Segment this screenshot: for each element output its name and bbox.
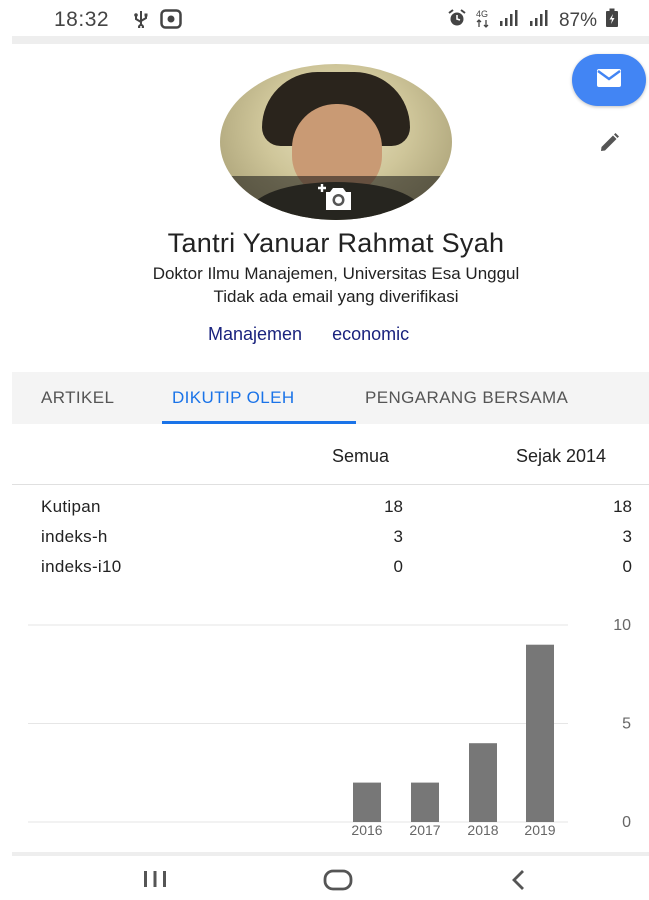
chart-bar-2017[interactable] bbox=[411, 782, 439, 822]
tab-artikel[interactable]: ARTIKEL bbox=[41, 388, 114, 408]
row-value-all: 18 bbox=[384, 497, 403, 516]
svg-text:4G: 4G bbox=[476, 9, 488, 19]
usb-icon bbox=[132, 10, 150, 33]
alarm-icon bbox=[447, 9, 467, 33]
profile-avatar[interactable] bbox=[220, 64, 452, 220]
interest-link-manajemen[interactable]: Manajemen bbox=[208, 324, 302, 345]
chart-bar-2019[interactable] bbox=[526, 644, 554, 822]
screen-record-icon bbox=[160, 9, 182, 34]
profile-tabs: ARTIKEL DIKUTIP OLEH PENGARANG BERSAMA bbox=[12, 372, 649, 424]
battery-charging-icon bbox=[605, 8, 619, 34]
signal-icon bbox=[499, 9, 521, 33]
row-label[interactable]: indeks-h bbox=[41, 527, 108, 547]
row-value-all: 0 bbox=[393, 557, 403, 576]
interest-link-economic[interactable]: economic bbox=[332, 324, 409, 345]
recent-apps-icon bbox=[140, 868, 170, 895]
tab-pengarang-bersama[interactable]: PENGARANG BERSAMA bbox=[365, 388, 568, 408]
chart-bar-2018[interactable] bbox=[469, 743, 497, 822]
back-button[interactable] bbox=[508, 868, 530, 897]
x-tick-label: 2018 bbox=[467, 822, 498, 838]
home-icon bbox=[322, 868, 354, 897]
header-divider bbox=[12, 36, 649, 44]
column-header-all: Semua bbox=[332, 446, 390, 466]
citations-per-year-chart: 0 5 10 2016 2017 2018 2019 bbox=[28, 617, 631, 838]
pencil-icon bbox=[598, 132, 620, 159]
profile-affiliation: Doktor Ilmu Manajemen, Universitas Esa U… bbox=[152, 264, 520, 283]
home-button[interactable] bbox=[322, 868, 354, 897]
x-tick-label: 2017 bbox=[409, 822, 440, 838]
row-value-since: 18 bbox=[613, 497, 632, 516]
y-tick-label: 5 bbox=[622, 716, 631, 733]
status-time: 18:32 bbox=[54, 8, 110, 31]
y-tick-label: 10 bbox=[613, 617, 631, 634]
row-label[interactable]: Kutipan bbox=[41, 497, 101, 517]
email-verification-status: Tidak ada email yang diverifikasi bbox=[213, 287, 459, 306]
research-interests: Manajemen economic bbox=[208, 324, 409, 345]
x-tick-label: 2019 bbox=[524, 822, 555, 838]
edit-profile-button[interactable] bbox=[594, 130, 624, 160]
camera-add-icon[interactable] bbox=[318, 182, 354, 217]
data-4g-icon: 4G bbox=[475, 8, 491, 34]
row-value-all: 3 bbox=[393, 527, 403, 546]
column-header-since: Sejak 2014 bbox=[516, 446, 607, 466]
y-tick-label: 0 bbox=[622, 814, 631, 831]
back-icon bbox=[508, 868, 530, 897]
row-value-since: 0 bbox=[622, 557, 632, 576]
recent-apps-button[interactable] bbox=[140, 868, 170, 895]
stats-header-row: Semua Sejak 2014 bbox=[12, 424, 649, 485]
signal-icon bbox=[529, 9, 551, 33]
row-label[interactable]: indeks-i10 bbox=[41, 557, 122, 577]
chart-bar-2016[interactable] bbox=[353, 782, 381, 822]
status-bar: 18:32 4G 87% bbox=[0, 0, 649, 36]
profile-name: Tantri Yanuar Rahmat Syah bbox=[167, 228, 505, 258]
mail-icon bbox=[596, 68, 622, 93]
system-nav-bar bbox=[0, 856, 649, 900]
email-fab-button[interactable] bbox=[572, 54, 646, 106]
battery-percent: 87% bbox=[558, 10, 597, 31]
tab-dikutip-oleh[interactable]: DIKUTIP OLEH bbox=[172, 388, 295, 408]
x-tick-label: 2016 bbox=[351, 822, 382, 838]
row-value-since: 3 bbox=[622, 527, 632, 546]
